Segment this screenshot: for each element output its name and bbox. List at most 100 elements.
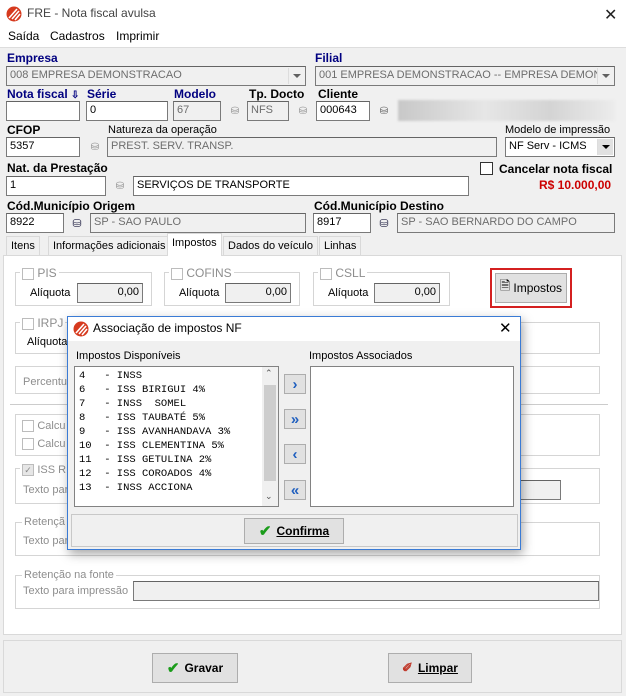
footer-panel [3, 640, 622, 693]
tab-dados-veiculo[interactable]: Dados do veículo [223, 236, 318, 256]
associados-list[interactable] [310, 366, 514, 507]
list-item[interactable]: 8 - ISS TAUBATÉ 5% [79, 411, 259, 425]
scroll-down-icon[interactable]: ⌄ [265, 491, 273, 502]
iss-checkbox[interactable]: ✓ [22, 463, 34, 476]
binoculars-icon: ⛁ [379, 105, 389, 117]
checkmark-icon: ✔ [166, 660, 180, 677]
window-title: FRE - Nota fiscal avulsa [27, 6, 156, 20]
cfop-search-button[interactable]: ⛁ [84, 137, 106, 157]
list-item[interactable]: 12 - ISS COROADOS 4% [79, 467, 259, 481]
checkmark-icon: ✔ [258, 523, 272, 540]
menu-saida[interactable]: Saída [8, 29, 39, 43]
add-all-button[interactable]: » [284, 409, 306, 429]
add-button[interactable]: › [284, 374, 306, 394]
tab-itens[interactable]: Itens [6, 236, 40, 256]
list-item[interactable]: 4 - INSS [79, 369, 259, 383]
list-scrollbar[interactable]: ⌃ ⌄ [262, 367, 278, 506]
irpj-checkbox[interactable] [22, 317, 34, 330]
close-icon[interactable]: ✕ [604, 5, 617, 25]
natprest-label: Nat. da Prestação [7, 161, 108, 175]
modelo-impressao-select[interactable]: NF Serv - ICMS [505, 137, 615, 157]
tpdocto-search-button[interactable]: ⛁ [292, 101, 314, 121]
impostos-button[interactable]: 🗎 Impostos [495, 273, 567, 303]
list-item[interactable]: 10 - ISS CLEMENTINA 5% [79, 439, 259, 453]
dialog-close-icon[interactable]: ✕ [499, 319, 512, 337]
remove-all-button[interactable]: « [284, 480, 306, 500]
scroll-up-icon[interactable]: ⌃ [265, 368, 273, 379]
calc1-checkbox[interactable] [22, 419, 34, 432]
tpdocto-input[interactable]: NFS [247, 101, 289, 121]
iss-label: ISS R [37, 464, 67, 476]
chevron-down-icon [597, 139, 613, 155]
nota-fiscal-input[interactable] [6, 101, 80, 121]
nota-fiscal-label: Nota fiscal ⇩ [7, 87, 79, 101]
modelo-search-button[interactable]: ⛁ [224, 101, 246, 121]
pis-aliquota-label: Alíquota [30, 287, 71, 299]
remove-button[interactable]: ‹ [284, 444, 306, 464]
chevron-left-icon: ‹ [292, 445, 298, 463]
csll-checkbox[interactable] [320, 267, 332, 280]
list-item[interactable]: 13 - INSS ACCIONA [79, 481, 259, 495]
csll-aliquota-input[interactable]: 0,00 [374, 283, 440, 303]
destino-search-button[interactable]: ⛁ [373, 213, 395, 233]
gravar-button[interactable]: ✔ Gravar [152, 653, 238, 683]
filial-select[interactable]: 001 EMPRESA DEMONSTRACAO -- EMPRESA DEMO… [315, 66, 615, 86]
disponiveis-label: Impostos Disponíveis [76, 350, 181, 362]
natprest-search-button[interactable]: ⛁ [109, 176, 131, 196]
limpar-label: Limpar [417, 661, 458, 675]
tab-impostos[interactable]: Impostos [167, 233, 222, 256]
iss-texto-label: Texto par [23, 484, 69, 496]
cfop-input[interactable]: 5357 [6, 137, 80, 157]
list-item[interactable]: 7 - INSS SOMEL [79, 397, 259, 411]
menu-cadastros[interactable]: Cadastros [50, 29, 105, 43]
origem-input[interactable]: 8922 [6, 213, 64, 233]
confirma-button[interactable]: ✔ Confirma [244, 518, 344, 544]
calc2-checkbox[interactable] [22, 437, 34, 450]
retencao-fonte-texto-input[interactable] [133, 581, 599, 601]
chevron-down-icon [288, 68, 304, 84]
list-item[interactable]: 9 - ISS AVANHANDAVA 3% [79, 425, 259, 439]
tab-linhas[interactable]: Linhas [319, 236, 362, 256]
destino-input[interactable]: 8917 [313, 213, 371, 233]
serie-input[interactable]: 0 [86, 101, 168, 121]
retencao-header: Retençã [22, 516, 67, 528]
irpj-header: IRPJ [20, 316, 66, 330]
dialog-title: Associação de impostos NF [93, 321, 242, 335]
origem-search-button[interactable]: ⛁ [66, 213, 88, 233]
disponiveis-list[interactable]: 4 - INSS 6 - ISS BIRIGUI 4% 7 - INSS SOMEL… [74, 366, 279, 507]
empresa-select[interactable]: 008 EMPRESA DEMONSTRACAO [6, 66, 306, 86]
scroll-thumb[interactable] [264, 385, 276, 481]
modelo-input[interactable]: 67 [173, 101, 221, 121]
empresa-value: 008 EMPRESA DEMONSTRACAO [10, 69, 182, 81]
divider [0, 47, 626, 48]
list-item[interactable]: 6 - ISS BIRIGUI 4% [79, 383, 259, 397]
list-item[interactable]: 11 - ISS GETULINA 2% [79, 453, 259, 467]
modelo-impressao-value: NF Serv - ICMS [509, 140, 587, 152]
serie-label: Série [87, 87, 117, 101]
binoculars-icon: ⛁ [72, 217, 82, 230]
disponiveis-list-items: 4 - INSS 6 - ISS BIRIGUI 4% 7 - INSS SOMEL… [79, 369, 259, 495]
cliente-search-button[interactable]: ⛁ [373, 101, 395, 121]
menu-imprimir[interactable]: Imprimir [116, 29, 159, 43]
valor-total: R$ 10.000,00 [539, 178, 612, 192]
cancelar-nota-checkbox[interactable] [480, 162, 493, 175]
menu-bar: Saída Cadastros Imprimir [0, 28, 626, 47]
chevron-down-icon [597, 68, 613, 84]
pis-checkbox[interactable] [22, 267, 34, 280]
cofins-checkbox[interactable] [171, 267, 183, 280]
cofins-aliquota-input[interactable]: 0,00 [225, 283, 291, 303]
iss-header: ✓ ISS R [20, 462, 69, 476]
limpar-button[interactable]: ✐ Limpar [388, 653, 472, 683]
cliente-input[interactable]: 000643 [316, 101, 370, 121]
pis-aliquota-input[interactable]: 0,00 [77, 283, 143, 303]
cofins-header: COFINS [169, 266, 234, 280]
binoculars-icon: ⛁ [379, 217, 389, 230]
natureza-input[interactable]: PREST. SERV. TRANSP. [107, 137, 497, 157]
irpj-aliquota-label: Alíquota [27, 336, 68, 348]
tab-informacoes[interactable]: Informações adicionais [48, 236, 171, 256]
natprest-input[interactable]: 1 [6, 176, 106, 196]
gravar-label: Gravar [184, 661, 224, 675]
cofins-label: COFINS [186, 266, 232, 280]
cofins-aliquota-label: Alíquota [179, 287, 220, 299]
calc1-label: Calcu [37, 420, 66, 432]
